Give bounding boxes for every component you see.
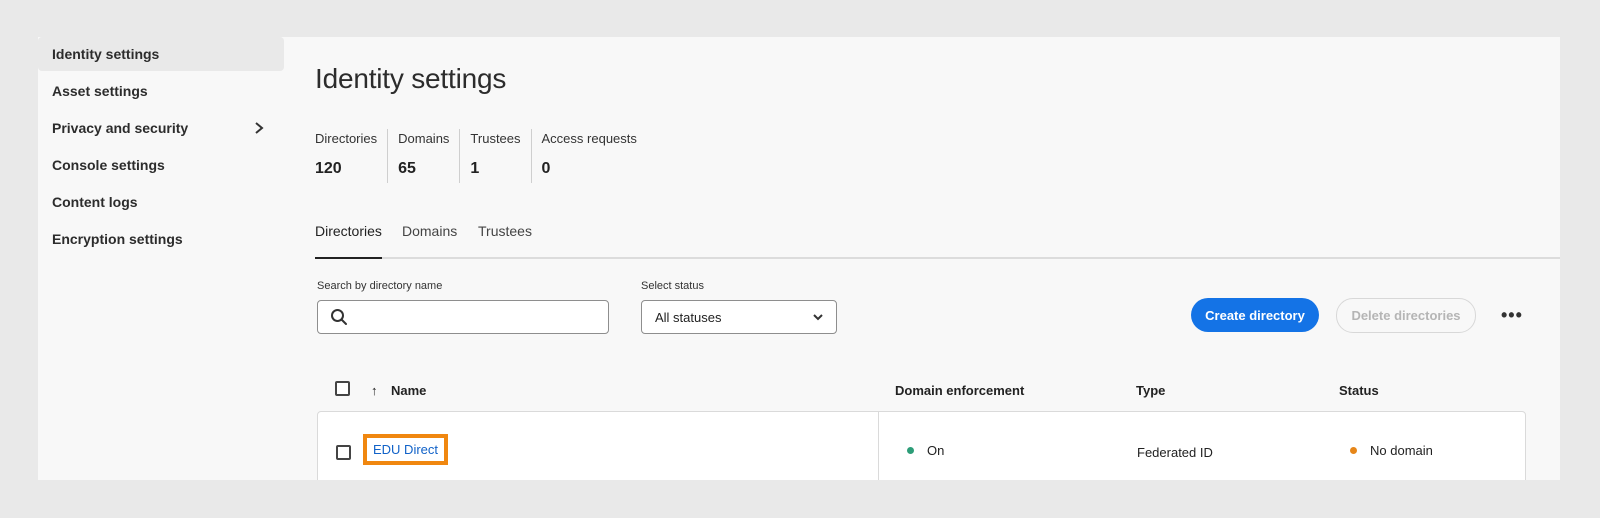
stat-access-requests: Access requests 0 bbox=[530, 129, 647, 183]
stat-domains: Domains 65 bbox=[387, 129, 459, 183]
sidebar-item-content-logs[interactable]: Content logs bbox=[38, 185, 284, 219]
search-input[interactable] bbox=[317, 300, 609, 334]
more-options-icon[interactable]: ••• bbox=[1501, 305, 1523, 326]
domain-enforcement-cell: On bbox=[907, 443, 944, 458]
search-label: Search by directory name bbox=[317, 280, 443, 292]
sidebar-item-privacy-and-security[interactable]: Privacy and security bbox=[38, 111, 284, 145]
stats-bar: Directories 120 Domains 65 Trustees 1 Ac… bbox=[315, 129, 647, 183]
tab-label: Domains bbox=[402, 223, 458, 239]
sidebar-item-label: Asset settings bbox=[52, 83, 148, 99]
sidebar: Identity settings Asset settings Privacy… bbox=[38, 37, 288, 480]
sidebar-item-label: Console settings bbox=[52, 157, 165, 173]
column-divider bbox=[878, 412, 879, 480]
tab-trustees[interactable]: Trustees bbox=[478, 223, 532, 255]
sidebar-item-encryption-settings[interactable]: Encryption settings bbox=[38, 222, 284, 256]
status-warning-dot bbox=[1350, 447, 1357, 455]
stat-label: Access requests bbox=[541, 131, 637, 146]
page-title: Identity settings bbox=[315, 63, 507, 94]
status-on-dot bbox=[907, 447, 914, 455]
sort-ascending-icon[interactable]: ↑ bbox=[371, 383, 378, 398]
status-value: No domain bbox=[1370, 443, 1433, 458]
main-content: Identity settings Directories 120 Domain… bbox=[315, 37, 1560, 480]
status-label: Select status bbox=[641, 280, 704, 292]
column-header-name[interactable]: Name bbox=[391, 383, 426, 398]
chevron-right-icon bbox=[254, 111, 264, 145]
tab-bar: Directories Domains Trustees bbox=[315, 223, 1560, 259]
status-cell: No domain bbox=[1350, 443, 1433, 458]
chevron-down-icon bbox=[812, 310, 824, 328]
sidebar-item-label: Content logs bbox=[52, 194, 138, 210]
stat-value: 120 bbox=[315, 160, 342, 177]
domain-enforcement-value: On bbox=[927, 443, 945, 458]
search-icon bbox=[330, 308, 348, 331]
sidebar-item-asset-settings[interactable]: Asset settings bbox=[38, 74, 284, 108]
stat-value: 1 bbox=[470, 160, 480, 177]
sidebar-item-label: Privacy and security bbox=[52, 120, 189, 136]
stat-value: 65 bbox=[398, 160, 416, 177]
tab-domains[interactable]: Domains bbox=[402, 223, 457, 255]
sidebar-item-identity-settings[interactable]: Identity settings bbox=[38, 37, 284, 71]
directory-name-link[interactable]: EDU Direct bbox=[363, 434, 449, 465]
column-header-type: Type bbox=[1136, 383, 1166, 398]
select-all-checkbox[interactable] bbox=[335, 381, 350, 396]
stat-label: Directories bbox=[315, 131, 378, 146]
column-header-domain-enforcement: Domain enforcement bbox=[895, 383, 1025, 398]
stat-directories: Directories 120 bbox=[315, 129, 387, 183]
sidebar-item-label: Encryption settings bbox=[52, 231, 183, 247]
stat-label: Trustees bbox=[470, 131, 521, 146]
delete-directories-button: Delete directories bbox=[1336, 298, 1476, 333]
tab-directories[interactable]: Directories bbox=[315, 223, 382, 259]
type-cell: Federated ID bbox=[1137, 445, 1213, 460]
status-select-value: All statuses bbox=[655, 310, 722, 325]
status-select[interactable]: All statuses bbox=[641, 300, 837, 334]
stat-label: Domains bbox=[398, 131, 450, 146]
app-frame: Identity settings Asset settings Privacy… bbox=[38, 37, 1560, 480]
sidebar-item-console-settings[interactable]: Console settings bbox=[38, 148, 284, 182]
stat-trustees: Trustees 1 bbox=[459, 129, 530, 183]
column-header-status: Status bbox=[1339, 383, 1379, 398]
tab-label: Directories bbox=[315, 223, 382, 239]
table-body: EDU Direct On Federated ID No domain bbox=[317, 411, 1526, 480]
stat-value: 0 bbox=[541, 160, 551, 177]
row-checkbox[interactable] bbox=[336, 445, 351, 460]
tab-label: Trustees bbox=[478, 223, 532, 239]
create-directory-button[interactable]: Create directory bbox=[1191, 298, 1319, 332]
table-header: ↑ Name Domain enforcement Type Status bbox=[315, 377, 1560, 407]
tab-active-indicator bbox=[315, 257, 382, 259]
sidebar-item-label: Identity settings bbox=[52, 46, 160, 62]
